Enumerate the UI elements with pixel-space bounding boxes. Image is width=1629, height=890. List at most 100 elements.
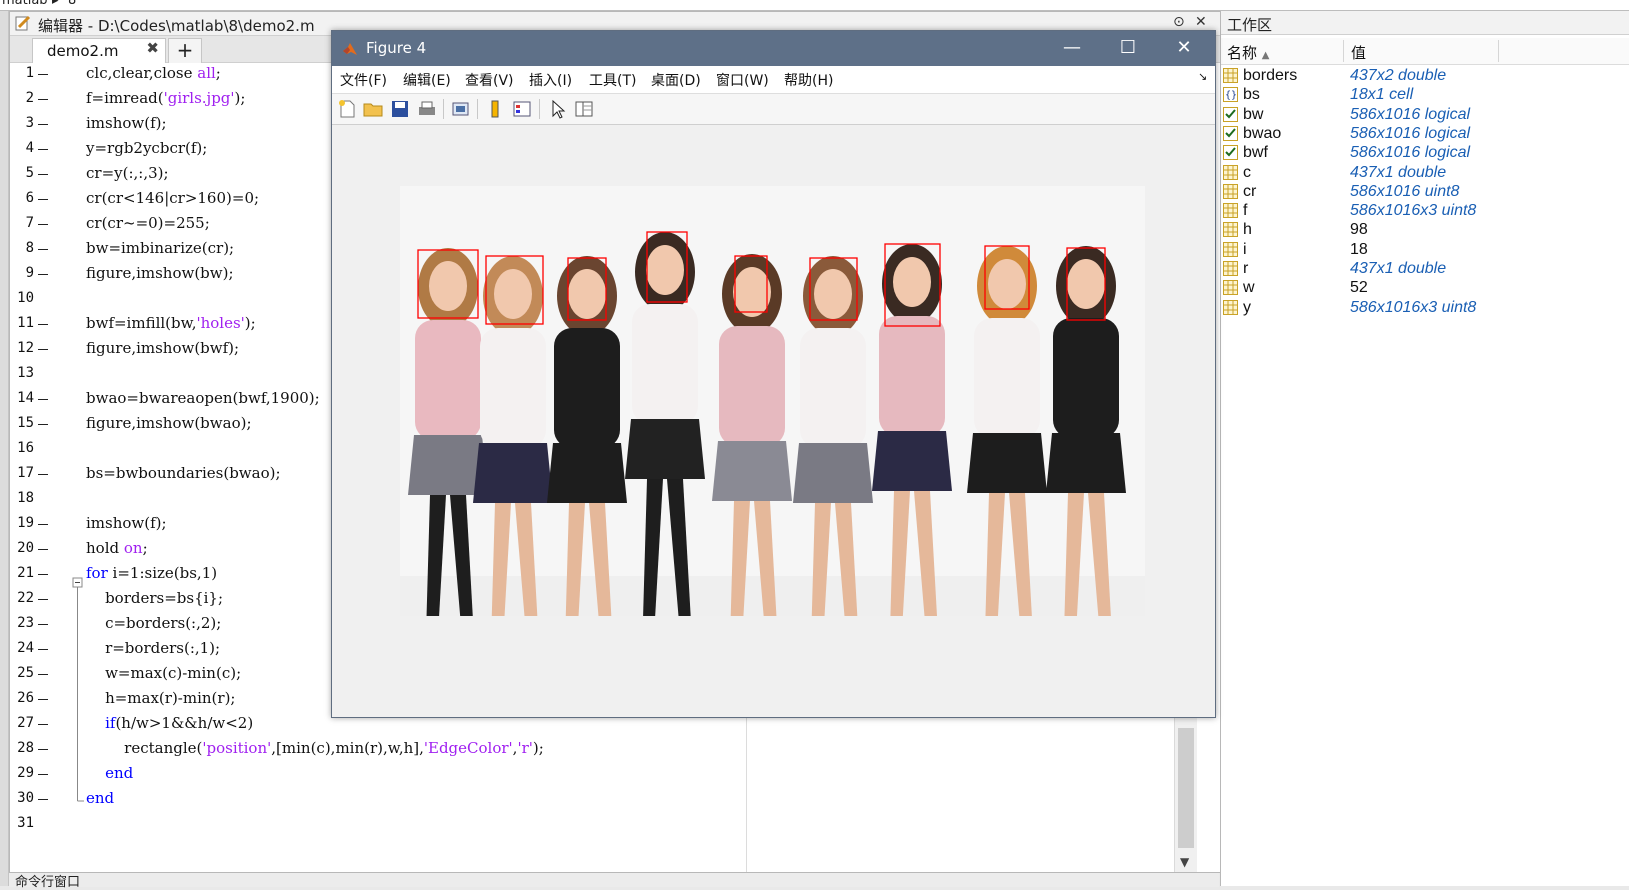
menu-view[interactable]: 查看(V) [465, 70, 514, 90]
workspace-row-i[interactable]: i 18 [1221, 241, 1629, 260]
breakpoint-marker[interactable] [38, 599, 48, 600]
breakpoint-marker[interactable] [38, 399, 48, 400]
breakpoint-marker[interactable] [38, 549, 48, 550]
breakpoint-marker[interactable] [38, 699, 48, 700]
breakpoint-marker[interactable] [38, 624, 48, 625]
code-line[interactable]: end [86, 764, 133, 782]
dock-arrow-icon[interactable]: ↘ [1198, 70, 1207, 83]
code-line[interactable]: figure,imshow(bwao); [86, 414, 252, 432]
menu-tools[interactable]: 工具(T) [589, 70, 636, 90]
breakpoint-marker[interactable] [38, 324, 48, 325]
breakpoint-marker[interactable] [38, 274, 48, 275]
print-icon[interactable] [416, 98, 438, 120]
code-line[interactable]: figure,imshow(bwf); [86, 339, 239, 357]
workspace-row-bw[interactable]: bw 586x1016 logical [1221, 106, 1629, 125]
open-folder-icon[interactable] [362, 98, 384, 120]
pointer-icon[interactable] [546, 98, 568, 120]
workspace-row-h[interactable]: h 98 [1221, 221, 1629, 240]
tab-demo2[interactable]: demo2.m ✖ [32, 38, 166, 63]
code-line[interactable]: bs=bwboundaries(bwao); [86, 464, 281, 482]
code-line[interactable]: cr(cr<146|cr>160)=0; [86, 189, 259, 207]
link-plot-icon[interactable] [450, 98, 472, 120]
breakpoint-marker[interactable] [38, 199, 48, 200]
code-line[interactable]: hold on; [86, 539, 148, 557]
column-divider[interactable] [1343, 40, 1344, 62]
code-line[interactable]: if(h/w>1&&h/w<2) [86, 714, 253, 732]
breakpoint-marker[interactable] [38, 474, 48, 475]
scroll-down-icon[interactable]: ▼ [1180, 855, 1189, 869]
breakpoint-marker[interactable] [38, 574, 48, 575]
breakpoint-marker[interactable] [38, 724, 48, 725]
breakpoint-marker[interactable] [38, 174, 48, 175]
code-line[interactable]: cr=y(:,:,3); [86, 164, 169, 182]
scrollbar-thumb[interactable] [1178, 728, 1194, 848]
breakpoint-marker[interactable] [38, 749, 48, 750]
figure-titlebar[interactable]: Figure 4 — ☐ ✕ [332, 31, 1215, 66]
code-line[interactable]: clc,clear,close all; [86, 64, 221, 82]
column-name-header[interactable]: 名称 ▲ [1227, 42, 1270, 63]
menu-edit[interactable]: 编辑(E) [403, 70, 451, 90]
code-line[interactable]: h=max(r)-min(r); [86, 689, 235, 707]
menu-file[interactable]: 文件(F) [340, 70, 387, 90]
column-divider[interactable] [1498, 40, 1499, 62]
code-line[interactable]: end [86, 789, 114, 807]
code-line[interactable]: bwao=bwareaopen(bwf,1900); [86, 389, 320, 407]
breakpoint-marker[interactable] [38, 524, 48, 525]
breakpoint-marker[interactable] [38, 74, 48, 75]
close-button[interactable]: ✕ [1162, 35, 1206, 61]
breakpoint-marker[interactable] [38, 99, 48, 100]
save-icon[interactable] [389, 98, 411, 120]
code-line[interactable]: f=imread('girls.jpg'); [86, 89, 245, 107]
breakpoint-marker[interactable] [38, 224, 48, 225]
code-line[interactable]: imshow(f); [86, 114, 167, 132]
code-line[interactable]: bw=imbinarize(cr); [86, 239, 234, 257]
workspace-row-bwf[interactable]: bwf 586x1016 logical [1221, 144, 1629, 163]
colorbar-icon[interactable] [484, 98, 506, 120]
code-line[interactable]: bwf=imfill(bw,'holes'); [86, 314, 256, 332]
code-line[interactable]: borders=bs{i}; [86, 589, 223, 607]
workspace-row-w[interactable]: w 52 [1221, 279, 1629, 298]
minimize-button[interactable]: — [1050, 35, 1094, 61]
new-figure-icon[interactable] [336, 98, 358, 120]
property-inspector-icon[interactable] [573, 98, 595, 120]
code-line[interactable]: r=borders(:,1); [86, 639, 220, 657]
code-line[interactable]: w=max(c)-min(c); [86, 664, 241, 682]
code-line[interactable]: figure,imshow(bw); [86, 264, 234, 282]
breakpoint-marker[interactable] [38, 124, 48, 125]
workspace-row-f[interactable]: f 586x1016x3 uint8 [1221, 202, 1629, 221]
breakpoint-marker[interactable] [38, 249, 48, 250]
breadcrumb-item[interactable]: matlab [2, 0, 48, 8]
breakpoint-marker[interactable] [38, 424, 48, 425]
workspace-row-r[interactable]: r 437x1 double [1221, 260, 1629, 279]
workspace-row-bs[interactable]: {} bs 18x1 cell [1221, 86, 1629, 105]
breakpoint-marker[interactable] [38, 149, 48, 150]
workspace-row-borders[interactable]: borders 437x2 double [1221, 67, 1629, 86]
workspace-row-bwao[interactable]: bwao 586x1016 logical [1221, 125, 1629, 144]
panel-actions-icon[interactable]: ⊙ [1173, 14, 1185, 30]
code-line[interactable]: for i=1:size(bs,1) [86, 564, 217, 582]
menu-window[interactable]: 窗口(W) [716, 70, 769, 90]
command-window-header[interactable]: 命令行窗口 [9, 872, 1219, 890]
code-line[interactable]: rectangle('position',[min(c),min(r),w,h]… [86, 739, 544, 757]
code-line[interactable]: y=rgb2ycbcr(f); [86, 139, 207, 157]
tab-close-icon[interactable]: ✖ [146, 39, 159, 57]
close-panel-icon[interactable]: ✕ [1195, 14, 1207, 30]
menu-insert[interactable]: 插入(I) [529, 70, 572, 90]
breakpoint-marker[interactable] [38, 649, 48, 650]
figure-image-canvas[interactable] [400, 186, 1145, 616]
code-line[interactable]: cr(cr~=0)=255; [86, 214, 210, 232]
workspace-row-cr[interactable]: cr 586x1016 uint8 [1221, 183, 1629, 202]
workspace-row-c[interactable]: c 437x1 double [1221, 164, 1629, 183]
menu-help[interactable]: 帮助(H) [784, 70, 833, 90]
breakpoint-marker[interactable] [38, 349, 48, 350]
breakpoint-marker[interactable] [38, 774, 48, 775]
column-value-header[interactable]: 值 [1351, 42, 1366, 63]
legend-icon[interactable] [511, 98, 533, 120]
workspace-row-y[interactable]: y 586x1016x3 uint8 [1221, 299, 1629, 318]
maximize-button[interactable]: ☐ [1106, 35, 1150, 61]
breadcrumb-item[interactable]: 8 [68, 0, 76, 8]
breakpoint-marker[interactable] [38, 674, 48, 675]
menu-desktop[interactable]: 桌面(D) [651, 70, 701, 90]
new-tab-button[interactable]: + [168, 38, 202, 63]
code-line[interactable]: c=borders(:,2); [86, 614, 221, 632]
